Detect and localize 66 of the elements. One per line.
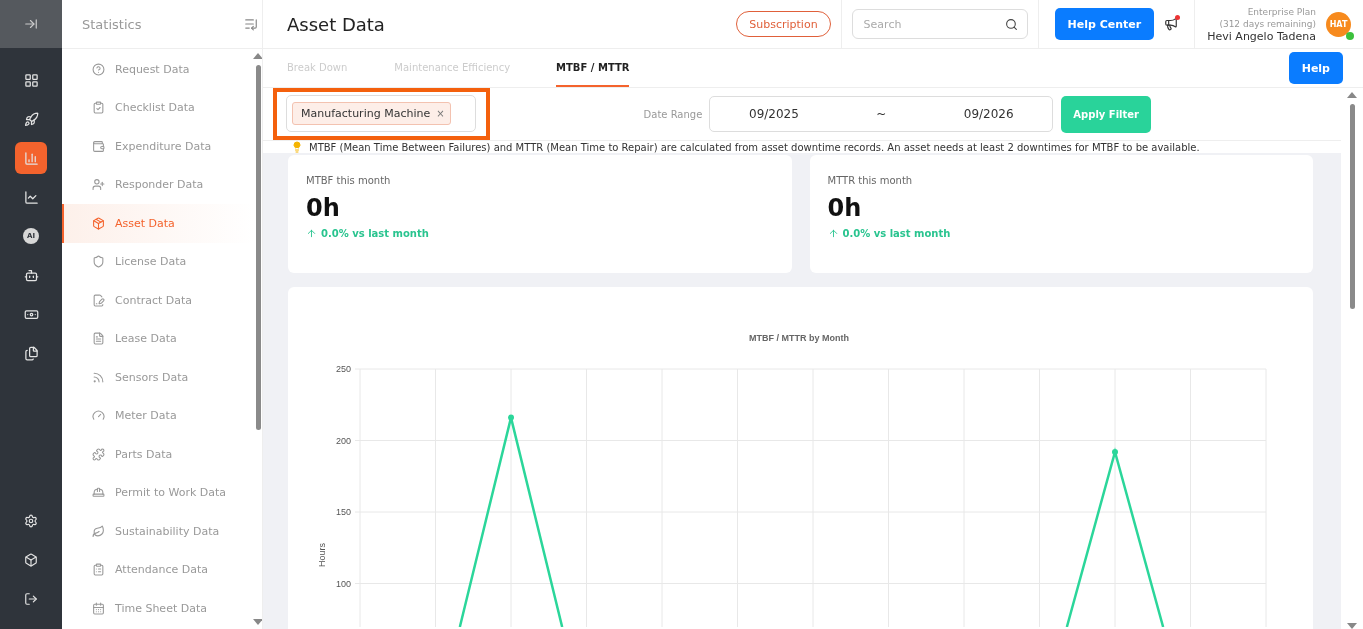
megaphone-icon[interactable] xyxy=(1164,17,1179,31)
sidebar-item[interactable]: Sensors Data xyxy=(62,358,254,397)
sidebar-item[interactable]: Request Data xyxy=(62,50,254,89)
stat-label: MTTR this month xyxy=(827,175,914,186)
subscription-button[interactable]: Subscription xyxy=(736,11,831,37)
date-range-field[interactable]: 09/2025 ~ 09/2026 xyxy=(709,96,1054,132)
stat-value: 0h xyxy=(306,194,341,222)
tick-label: 150 xyxy=(335,507,351,517)
document-icon xyxy=(92,332,105,346)
remove-icon[interactable]: × xyxy=(436,108,445,119)
sidebar-title: Statistics xyxy=(82,16,142,32)
wallet-icon xyxy=(92,139,105,153)
search-icon[interactable] xyxy=(1004,17,1018,31)
help-button[interactable]: Help xyxy=(1288,52,1343,84)
tick-label: 250 xyxy=(335,364,351,374)
page-title: Asset Data xyxy=(287,13,386,35)
sidebar-item[interactable]: Parts Data xyxy=(62,435,254,474)
arrow-up-icon xyxy=(306,228,317,239)
avatar[interactable]: HAT xyxy=(1326,11,1351,37)
sidebar-item[interactable]: Checklist Data xyxy=(62,88,254,127)
change-text: 0.0% vs last month xyxy=(842,228,951,239)
days-remaining: (312 days remaining) xyxy=(1219,17,1316,30)
user-name: Hevi Angelo Tadena xyxy=(1207,29,1316,43)
tag-label: Manufacturing Machine xyxy=(301,107,431,120)
sidebar-item[interactable]: Permit to Work Data xyxy=(62,473,254,512)
calendar-icon xyxy=(92,601,105,615)
box-icon xyxy=(92,216,105,230)
apply-filter-button[interactable]: Apply Filter xyxy=(1061,95,1151,133)
shield-icon xyxy=(92,255,105,269)
bar-chart-icon[interactable] xyxy=(15,142,47,174)
search-field[interactable]: Search xyxy=(851,9,1028,39)
arrow-up-icon xyxy=(827,228,839,239)
sidebar-item[interactable]: Lease Data xyxy=(62,319,254,358)
leaf-icon xyxy=(92,524,105,538)
sidebar-item[interactable]: Time Sheet Data xyxy=(62,589,254,628)
tick-label: 100 xyxy=(335,578,351,589)
user-icon xyxy=(92,178,105,192)
clipboard-check-icon xyxy=(92,101,105,115)
axis-title: Hours xyxy=(317,542,327,567)
sidebar-item[interactable]: Meter Data xyxy=(62,396,254,435)
document-icon xyxy=(92,293,105,307)
gauge-icon xyxy=(92,409,105,423)
sidebar-item[interactable]: Responder Data xyxy=(62,165,254,204)
lightbulb-icon xyxy=(291,141,303,153)
puzzle-icon xyxy=(92,447,105,461)
collapse-icon[interactable] xyxy=(244,17,258,31)
tick-label: 200 xyxy=(335,435,351,446)
signal-icon xyxy=(92,370,105,384)
chart-title: MTBF / MTTR by Month xyxy=(749,333,849,343)
sidebar-item[interactable]: Attendance Data xyxy=(62,550,254,589)
sidebar-item[interactable]: License Data xyxy=(62,242,254,281)
helmet-icon xyxy=(92,486,105,500)
info-text: MTBF (Mean Time Between Failures) and MTTR (Mean Time to Repair) are calculated from asset downtime records. An asset needs at least 2 downtimes for MTBF to be available. xyxy=(309,141,1200,153)
sidebar-item[interactable]: Sustainability Data xyxy=(62,512,254,551)
question-icon xyxy=(92,62,105,76)
plan-label: Enterprise Plan xyxy=(1247,5,1316,18)
sidebar-item[interactable]: Contract Data xyxy=(62,281,254,320)
tab[interactable]: MTBF / MTTR xyxy=(556,49,630,87)
stat-value: 0h xyxy=(827,194,863,222)
date-range-label: Date Range xyxy=(643,108,703,120)
clipboard-icon xyxy=(92,563,105,577)
sidebar-item[interactable]: Expenditure Data xyxy=(62,127,254,166)
asset-select[interactable]: Manufacturing Machine × xyxy=(286,95,476,132)
help-center-button[interactable]: Help Center xyxy=(1054,8,1155,40)
stat-label: MTBF this month xyxy=(306,175,392,186)
change-text: 0.0% vs last month xyxy=(321,228,429,239)
